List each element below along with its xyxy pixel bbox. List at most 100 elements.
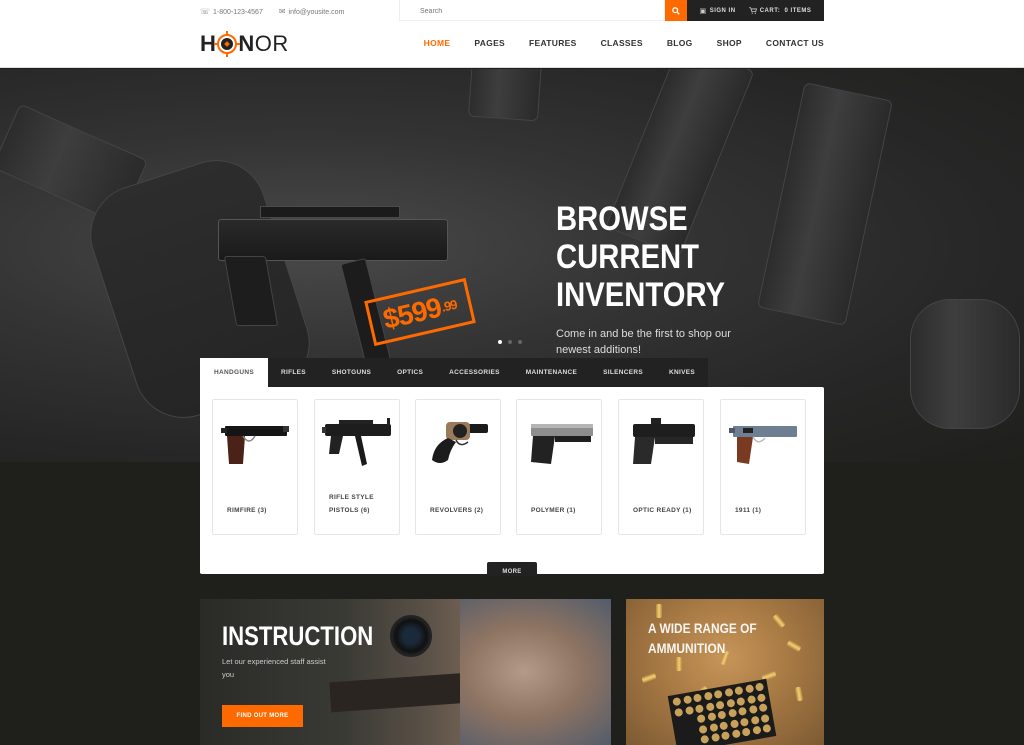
search-button[interactable] (665, 0, 687, 21)
sign-in-label: SIGN IN (709, 7, 736, 14)
product-card[interactable]: REVOLVERS (2) (415, 399, 501, 535)
envelope-icon: ✉ (278, 6, 286, 16)
cartridge (762, 723, 772, 734)
site-logo[interactable]: H N OR (200, 31, 289, 57)
pistol-image (221, 426, 289, 464)
cartridge (760, 713, 770, 723)
phone-icon: ☏ (200, 6, 211, 16)
search-input[interactable] (400, 1, 664, 22)
bullet-shell (794, 686, 804, 702)
slider-dot-1[interactable] (498, 340, 502, 344)
cartridge (705, 701, 715, 712)
cartridge (725, 698, 735, 708)
nav-classes[interactable]: CLASSES (601, 38, 643, 48)
product-label: REVOLVERS (2) (430, 507, 484, 514)
cartridge (751, 725, 762, 735)
product-label: RIMFIRE (3) (227, 507, 267, 514)
search-box (399, 0, 665, 22)
cartridge (698, 724, 708, 734)
phone-contact[interactable]: ☏ 1-800-123-4567 (200, 7, 263, 16)
bullet-shell (676, 657, 682, 671)
slider-dot-2[interactable] (508, 340, 512, 344)
cartridge (703, 691, 713, 701)
find-out-more-button[interactable]: FIND OUT MORE (222, 705, 303, 727)
cartridge (741, 727, 751, 737)
tab-maintenance[interactable]: MAINTENANCE (513, 358, 590, 387)
instruction-promo[interactable]: INSTRUCTION Let our experienced staff as… (200, 599, 611, 745)
product-card[interactable]: POLYMER (1) (516, 399, 602, 535)
cart-label: CART: 0 ITEMS (759, 7, 812, 14)
nav-blog[interactable]: BLOG (667, 38, 693, 48)
pistol-image (633, 418, 695, 464)
account-bar: ▣ SIGN IN CART: 0 ITEMS (687, 0, 824, 21)
cartridge (758, 703, 768, 713)
email-contact[interactable]: ✉ info@yousite.com (279, 7, 344, 16)
bullet-shell (656, 604, 662, 618)
price-cents: .99 (439, 296, 458, 315)
revolver-image (432, 422, 488, 463)
cartridge (737, 706, 748, 717)
cartridge (754, 682, 765, 692)
cartridge (672, 696, 682, 707)
tab-silencers[interactable]: SILENCERS (590, 358, 656, 387)
hero-title-line2: INVENTORY (556, 276, 725, 314)
product-card[interactable]: RIMFIRE (3) (212, 399, 298, 535)
nav-home[interactable]: HOME (424, 38, 451, 48)
cart-icon (748, 7, 757, 14)
hero-bg-holster (910, 299, 1020, 429)
nav-pages[interactable]: PAGES (474, 38, 505, 48)
login-icon: ▣ (699, 7, 707, 15)
site-header: ☏1-800-123-4567 ✉info@yousite.com ▣SIGN … (0, 0, 1024, 68)
nav-shop[interactable]: SHOP (717, 38, 742, 48)
slider-dot-3[interactable] (518, 340, 522, 344)
cartridge (748, 704, 758, 715)
logo-text-n: N (238, 31, 255, 56)
product-label: OPTIC READY (1) (633, 507, 692, 514)
tab-shotguns[interactable]: SHOTGUNS (319, 358, 384, 387)
sign-in-link[interactable]: ▣ SIGN IN (700, 7, 736, 15)
cartridge (720, 731, 731, 741)
ammunition-promo[interactable]: A WIDE RANGE OF AMMUNITION (626, 599, 824, 745)
product-label: 1911 (1) (735, 507, 762, 514)
tab-accessories[interactable]: ACCESSORIES (436, 358, 513, 387)
cartridge (715, 700, 725, 710)
pistol-image (729, 426, 797, 464)
cartridge (756, 692, 766, 703)
logo-text-or: OR (254, 31, 289, 56)
cartridge (719, 720, 729, 730)
nav-features[interactable]: FEATURES (529, 38, 577, 48)
cartridge (746, 694, 756, 704)
search-icon (672, 6, 680, 15)
tab-rifles[interactable]: RIFLES (268, 358, 319, 387)
slider-dots (498, 340, 522, 344)
cartridge (750, 715, 760, 725)
ammo-box (667, 678, 777, 745)
cartridge (692, 693, 703, 703)
tab-knives[interactable]: KNIVES (656, 358, 708, 387)
cartridge (723, 687, 734, 698)
phone-number: 1-800-123-4567 (213, 8, 263, 16)
cartridge (708, 722, 718, 732)
contact-info: ☏ 1-800-123-4567 ✉ info@yousite.com (200, 5, 344, 17)
nav-contact-us[interactable]: CONTACT US (766, 38, 824, 48)
hero-bg-magazine (467, 69, 543, 122)
product-card[interactable]: RIFLE STYLE PISTOLS (6) (314, 399, 400, 535)
product-card[interactable]: OPTIC READY (1) (618, 399, 704, 535)
instruction-subtitle: Let our experienced staff assist you (222, 657, 326, 679)
pistol-image (531, 424, 593, 464)
ammunition-title: A WIDE RANGE OF AMMUNITION (648, 620, 757, 656)
cartridge (682, 695, 692, 705)
hero-title-line1: BROWSE CURRENT (556, 200, 699, 276)
more-button[interactable]: MORE (487, 562, 537, 576)
category-tabs: HANDGUNS RIFLES SHOTGUNS OPTICS ACCESSOR… (200, 358, 709, 387)
promo-image-shooter (460, 599, 611, 745)
cartridge (700, 734, 710, 744)
cartridge (739, 717, 749, 727)
product-panel: RIMFIRE (3) RIFLE STYLE PISTOLS (6) REVO… (200, 387, 824, 574)
tab-handguns[interactable]: HANDGUNS (200, 358, 268, 387)
bullet-shell (641, 672, 657, 684)
tab-optics[interactable]: OPTICS (384, 358, 436, 387)
cartridge (696, 714, 706, 724)
cart-link[interactable]: CART: 0 ITEMS (748, 7, 812, 14)
product-card[interactable]: 1911 (1) (720, 399, 806, 535)
